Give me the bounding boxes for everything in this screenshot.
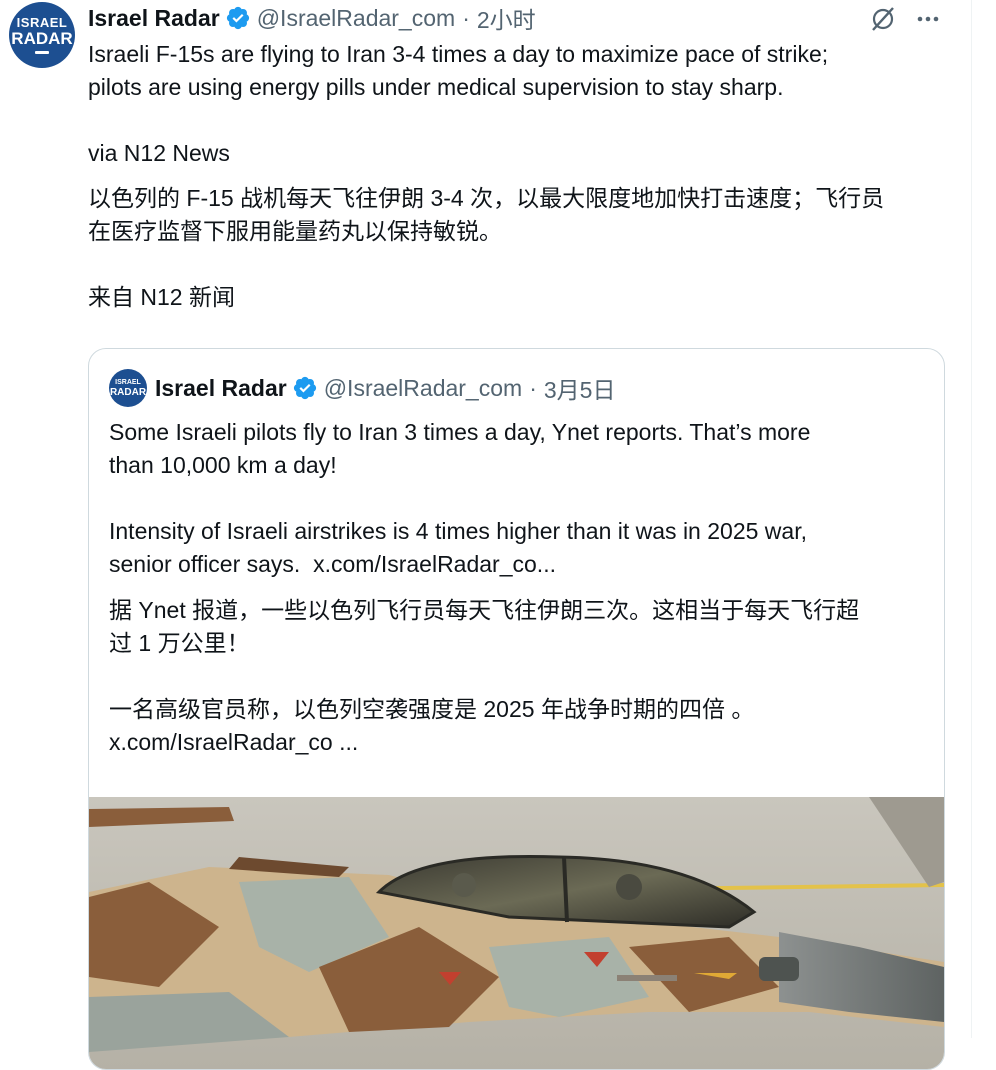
quoted-avatar-logo-line2: RADAR [109,386,147,398]
quoted-tweet-card[interactable]: ISRAEL RADAR Israel Radar @IsraelRadar_c… [88,348,945,1070]
quoted-author-handle[interactable]: @IsraelRadar_com [324,375,522,402]
quoted-verified-badge-icon[interactable] [292,375,318,401]
quoted-tweet-timestamp[interactable]: 3月5日 [544,371,616,405]
author-handle[interactable]: @IsraelRadar_com [257,5,455,32]
tweet-header: Israel Radar @IsraelRadar_com · 2小时 [88,2,536,34]
header-separator: · [462,4,470,31]
quoted-author-name[interactable]: Israel Radar [155,375,287,402]
quoted-tweet-translation: 据 Ynet 报道，一些以色列飞行员每天飞往伊朗三次。这相当于每天飞行超 过 1… [109,597,860,755]
quoted-tweet-photo[interactable] [89,797,944,1069]
timeline-column-border [971,0,972,1038]
more-options-button[interactable] [913,4,943,34]
quoted-avatar-logo-line1: ISRAEL [115,378,141,386]
verified-badge-icon[interactable] [225,5,251,31]
grok-icon [872,7,894,31]
more-options-icon [917,16,939,22]
quoted-tweet-header: Israel Radar @IsraelRadar_com · 3月5日 [155,372,615,404]
fighter-jet-photo [89,797,944,1069]
quoted-tweet-text: Some Israeli pilots fly to Iran 3 times … [109,419,811,577]
avatar-logo-mark [35,51,49,54]
author-name[interactable]: Israel Radar [88,5,220,32]
tweet-translation: 以色列的 F-15 战机每天飞往伊朗 3-4 次，以最大限度地加快打击速度；飞行… [88,185,885,310]
quoted-author-avatar[interactable]: ISRAEL RADAR [109,369,147,407]
tweet-timestamp[interactable]: 2小时 [477,1,536,35]
author-avatar[interactable]: ISRAEL RADAR [9,2,75,68]
grok-button[interactable] [868,4,898,34]
avatar-logo-line2: RADAR [11,29,73,48]
quoted-header-separator: · [529,374,537,401]
tweet-text: Israeli F-15s are flying to Iran 3-4 tim… [88,41,829,166]
avatar-logo-line1: ISRAEL [16,15,68,30]
